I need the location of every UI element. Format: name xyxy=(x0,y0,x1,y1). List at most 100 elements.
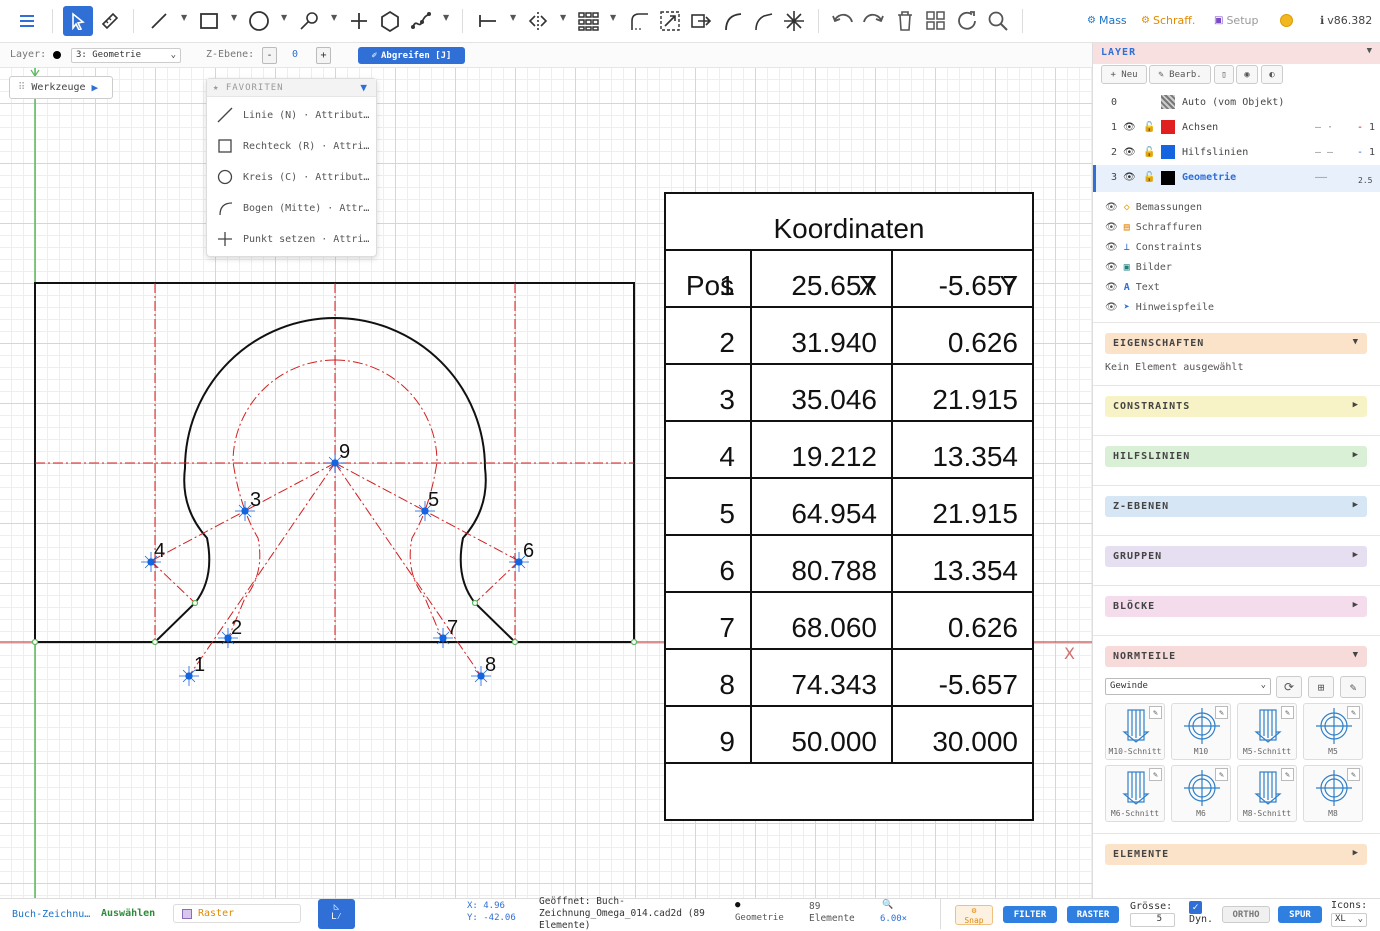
size-input[interactable]: 5 xyxy=(1130,913,1175,927)
mirror-icon[interactable] xyxy=(523,6,553,36)
scale-icon[interactable] xyxy=(655,6,685,36)
pencil-icon[interactable]: ✎ xyxy=(1215,706,1228,719)
pencil-icon[interactable]: ✎ xyxy=(1347,768,1360,781)
normteile-select[interactable]: Gewinde ⌄ xyxy=(1105,678,1271,695)
search-icon[interactable] xyxy=(983,6,1013,36)
chevron-down-icon[interactable]: ▼ xyxy=(610,14,618,22)
eye-icon[interactable]: 👁 xyxy=(1105,222,1118,233)
layer-section-header[interactable]: LAYER ▼ xyxy=(1093,43,1380,64)
zebene-increment-button[interactable]: + xyxy=(316,47,331,64)
chevron-down-icon[interactable]: ▼ xyxy=(231,14,239,22)
chevron-down-icon[interactable]: ▼ xyxy=(510,14,518,22)
normteil-card[interactable]: ✎ M10 xyxy=(1171,703,1231,760)
normteil-card[interactable]: ✎ M8 xyxy=(1303,765,1363,822)
zebenen-header[interactable]: Z-EBENEN ▶ xyxy=(1105,496,1367,517)
eye-icon[interactable]: 👁 xyxy=(1105,242,1118,253)
delete-layer-button[interactable]: ▯ xyxy=(1214,65,1234,84)
sublayer-row[interactable]: 👁 A Text xyxy=(1105,282,1160,293)
pencil-icon[interactable]: ✎ xyxy=(1347,706,1360,719)
layer-select[interactable]: 3: Geometrie ⌄ xyxy=(71,48,181,63)
favorite-item-point[interactable]: Punkt setzen · Attri… xyxy=(217,231,369,247)
dyn-checkbox[interactable]: ✓ xyxy=(1189,901,1202,914)
eigenschaften-header[interactable]: EIGENSCHAFTEN ▼ xyxy=(1105,333,1367,354)
tool-mode-button[interactable]: ◺ L⁄ xyxy=(318,899,355,929)
favorite-item-arc[interactable]: Bogen (Mitte) · Attr… xyxy=(217,200,369,216)
lock-icon[interactable]: 🔓 xyxy=(1143,147,1155,158)
point-icon[interactable] xyxy=(344,6,374,36)
polygon-icon[interactable] xyxy=(375,6,405,36)
eye-icon[interactable]: 👁 xyxy=(1105,202,1118,213)
version-info[interactable]: ℹ v86.382 xyxy=(1320,14,1372,27)
new-file-button[interactable]: ⊞ xyxy=(1308,676,1334,698)
pencil-icon[interactable]: ✎ xyxy=(1215,768,1228,781)
line-icon[interactable] xyxy=(144,6,174,36)
constraints-header[interactable]: CONSTRAINTS ▶ xyxy=(1105,396,1367,417)
fillet-icon[interactable] xyxy=(624,6,654,36)
normteil-card[interactable]: ✎ M8-Schnitt xyxy=(1237,765,1297,822)
favorite-item-rectangle[interactable]: Rechteck (R) · Attri… xyxy=(217,138,369,154)
pencil-icon[interactable]: ✎ xyxy=(1281,768,1294,781)
ortho-button[interactable]: ORTHO xyxy=(1222,906,1270,923)
layer-row[interactable]: 1 👁 🔓 Achsen — · - 1 xyxy=(1093,115,1380,140)
chevron-down-icon[interactable]: ▼ xyxy=(281,14,289,22)
select-icon[interactable] xyxy=(63,6,93,36)
favorite-item-line[interactable]: Linie (N) · Attribut… xyxy=(217,107,369,123)
normteil-card[interactable]: ✎ M5-Schnitt xyxy=(1237,703,1297,760)
eye-icon[interactable]: 👁 xyxy=(1123,122,1136,133)
zebene-decrement-button[interactable]: - xyxy=(262,47,277,64)
edit-normteil-button[interactable]: ✎ xyxy=(1340,676,1366,698)
normteile-header[interactable]: NORMTEILE ▼ xyxy=(1105,646,1367,667)
spline-icon[interactable] xyxy=(406,6,436,36)
grid-icon[interactable] xyxy=(921,6,951,36)
chevron-down-icon[interactable]: ▼ xyxy=(443,14,451,22)
contrast-button[interactable]: ◐ xyxy=(1261,65,1283,84)
sublayer-row[interactable]: 👁 ▤ Schraffuren xyxy=(1105,222,1202,233)
layer-row-active[interactable]: 3 👁 🔓 Geometrie —— 2.5 xyxy=(1093,165,1380,192)
layer-row[interactable]: 2 👁 🔓 Hilfslinien — — - 1 xyxy=(1093,140,1380,165)
spur-button[interactable]: SPUR xyxy=(1278,906,1322,923)
chamfer-icon[interactable] xyxy=(748,6,778,36)
elemente-header[interactable]: ELEMENTE ▶ xyxy=(1105,844,1367,865)
sublayer-row[interactable]: 👁 ▣ Bilder xyxy=(1105,262,1172,273)
drawing-canvas[interactable]: X 1 2 3 4 5 6 7 8 9 Koordinaten Pos X Y … xyxy=(0,68,1092,898)
reload-button[interactable]: ⟳ xyxy=(1276,676,1302,698)
redo-icon[interactable] xyxy=(858,6,888,36)
raster-button[interactable]: RASTER xyxy=(1067,906,1119,923)
array-icon[interactable] xyxy=(573,6,603,36)
refresh-icon[interactable] xyxy=(952,6,982,36)
eye-icon[interactable]: 👁 xyxy=(1105,302,1118,313)
menu-icon[interactable] xyxy=(12,6,42,36)
undo-icon[interactable] xyxy=(828,6,858,36)
drawing-svg[interactable]: X 1 2 3 4 5 6 7 8 9 Koordinaten Pos X Y … xyxy=(0,68,1092,898)
sublayer-row[interactable]: 👁 ⊥ Constraints xyxy=(1105,242,1202,253)
sublayer-row[interactable]: 👁 ◇ Bemassungen xyxy=(1105,202,1202,213)
theme-toggle[interactable] xyxy=(1280,14,1293,27)
mass-button[interactable]: ⚙ Mass xyxy=(1087,14,1127,27)
icons-size-select[interactable]: XL ⌄ xyxy=(1331,913,1367,927)
normteil-card[interactable]: ✎ M10-Schnitt xyxy=(1105,703,1165,760)
sublayer-row[interactable]: 👁 ➤ Hinweispfeile xyxy=(1105,302,1214,313)
lock-icon[interactable]: 🔓 xyxy=(1143,122,1155,133)
schraff-button[interactable]: ⚙ Schraff. xyxy=(1141,14,1195,27)
normteil-card[interactable]: ✎ M6-Schnitt xyxy=(1105,765,1165,822)
new-layer-button[interactable]: + Neu xyxy=(1101,65,1147,84)
explode-icon[interactable] xyxy=(779,6,809,36)
eye-icon[interactable]: 👁 xyxy=(1123,147,1136,158)
polyline-icon[interactable] xyxy=(294,6,324,36)
raster-input[interactable]: Raster xyxy=(173,904,301,923)
setup-button[interactable]: ▣ Setup xyxy=(1214,14,1258,27)
chevron-down-icon[interactable]: ▼ xyxy=(331,14,339,22)
chevron-down-icon[interactable]: ▼ xyxy=(560,14,568,22)
gruppen-header[interactable]: GRUPPEN ▶ xyxy=(1105,546,1367,567)
visibility-button[interactable]: ◉ xyxy=(1236,65,1258,84)
favorite-item-circle[interactable]: Kreis (C) · Attribut… xyxy=(217,169,369,185)
werkzeuge-toggle[interactable]: ⠿ Werkzeuge ▶ xyxy=(9,76,113,99)
pencil-icon[interactable]: ✎ xyxy=(1149,768,1162,781)
filter-icon[interactable]: ▼ xyxy=(360,81,368,94)
lock-icon[interactable]: 🔓 xyxy=(1143,172,1155,183)
move-icon[interactable] xyxy=(686,6,716,36)
layer-row[interactable]: 0 Auto (vom Objekt) xyxy=(1093,90,1380,115)
hilfslinien-header[interactable]: HILFSLINIEN ▶ xyxy=(1105,446,1367,467)
normteil-card[interactable]: ✎ M5 xyxy=(1303,703,1363,760)
arc-icon[interactable] xyxy=(717,6,747,36)
